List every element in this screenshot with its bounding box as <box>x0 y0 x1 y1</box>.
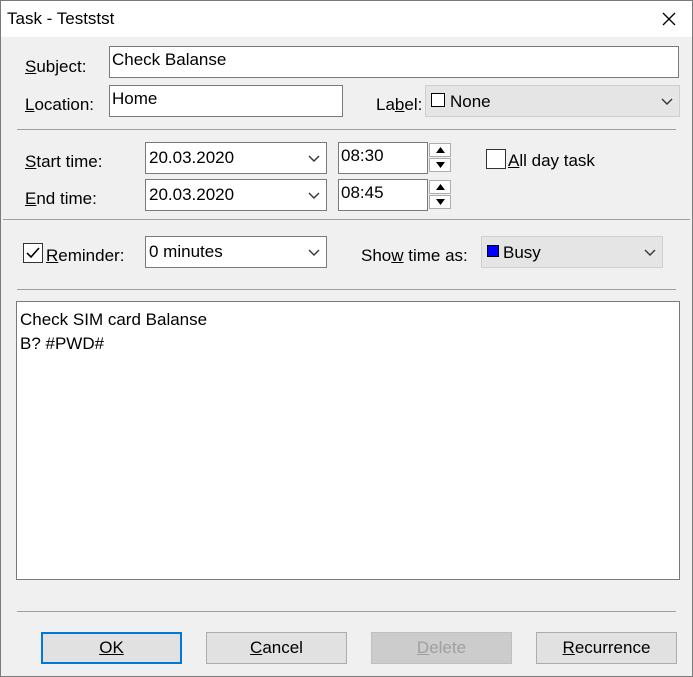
start-time-input[interactable]: 08:30 <box>338 142 428 174</box>
recurrence-button-label: Recurrence <box>562 638 651 657</box>
close-button[interactable] <box>646 1 692 37</box>
ok-button[interactable]: OK <box>41 632 182 664</box>
notes-line: Check SIM card Balanse <box>20 310 208 329</box>
delete-button[interactable]: Delete <box>371 632 512 664</box>
location-label: Location: <box>25 95 95 114</box>
notes-textarea[interactable]: Check SIM card Balanse B? #PWD# <box>16 301 680 580</box>
start-time-label: Start time: <box>25 152 103 171</box>
chevron-down-icon <box>308 155 320 162</box>
start-time-spinner <box>428 142 452 174</box>
label-label: Label: <box>376 95 423 114</box>
end-time-spinner <box>428 179 452 211</box>
checkmark-icon <box>26 247 40 259</box>
all-day-checkbox[interactable] <box>486 149 506 169</box>
chevron-down-icon <box>661 98 673 105</box>
chevron-down-icon <box>308 192 320 199</box>
chevron-down-icon <box>644 249 656 256</box>
start-date-picker[interactable]: 20.03.2020 <box>145 142 327 174</box>
show-time-as-select[interactable]: Busy <box>481 236 663 268</box>
triangle-up-icon <box>435 184 445 190</box>
separator <box>17 289 676 290</box>
task-dialog: Task - Teststst Subject: Check Balanse L… <box>0 0 693 677</box>
close-icon <box>662 12 676 26</box>
notes-line: B? #PWD# <box>20 334 105 353</box>
all-day-label: All day task <box>508 151 595 170</box>
label-color-swatch <box>431 93 445 107</box>
cancel-button[interactable]: Cancel <box>206 632 347 664</box>
reminder-select[interactable]: 0 minutes <box>145 236 327 268</box>
chevron-down-icon <box>308 249 320 256</box>
ok-button-label: OK <box>99 638 124 657</box>
end-date-value: 20.03.2020 <box>149 185 235 204</box>
triangle-down-icon <box>435 162 445 168</box>
delete-button-label: Delete <box>416 638 467 657</box>
end-time-input[interactable]: 08:45 <box>338 179 428 211</box>
show-time-as-value: Busy <box>503 243 541 262</box>
reminder-value: 0 minutes <box>149 242 223 261</box>
title-bar: Task - Teststst <box>1 1 692 37</box>
triangle-down-icon <box>435 199 445 205</box>
cancel-button-label: Cancel <box>250 638 303 657</box>
end-time-up-button[interactable] <box>429 180 451 194</box>
subject-label: Subject: <box>25 57 87 76</box>
separator <box>17 611 676 612</box>
start-time-down-button[interactable] <box>429 158 451 172</box>
end-time-down-button[interactable] <box>429 195 451 209</box>
subject-input[interactable]: Check Balanse <box>109 46 679 78</box>
reminder-checkbox[interactable] <box>23 243 43 263</box>
show-time-as-label: Show time as: <box>361 246 468 265</box>
separator <box>17 129 676 130</box>
separator <box>3 219 690 220</box>
reminder-label: Reminder: <box>46 246 125 265</box>
busy-color-swatch <box>487 245 499 257</box>
label-select[interactable]: None <box>425 85 680 117</box>
triangle-up-icon <box>435 147 445 153</box>
recurrence-button[interactable]: Recurrence <box>536 632 677 664</box>
end-time-label: End time: <box>25 189 97 208</box>
end-date-picker[interactable]: 20.03.2020 <box>145 179 327 211</box>
start-time-up-button[interactable] <box>429 143 451 157</box>
window-title: Task - Teststst <box>7 9 115 28</box>
label-value: None <box>450 92 491 111</box>
start-date-value: 20.03.2020 <box>149 148 235 167</box>
location-input[interactable]: Home <box>109 85 343 117</box>
